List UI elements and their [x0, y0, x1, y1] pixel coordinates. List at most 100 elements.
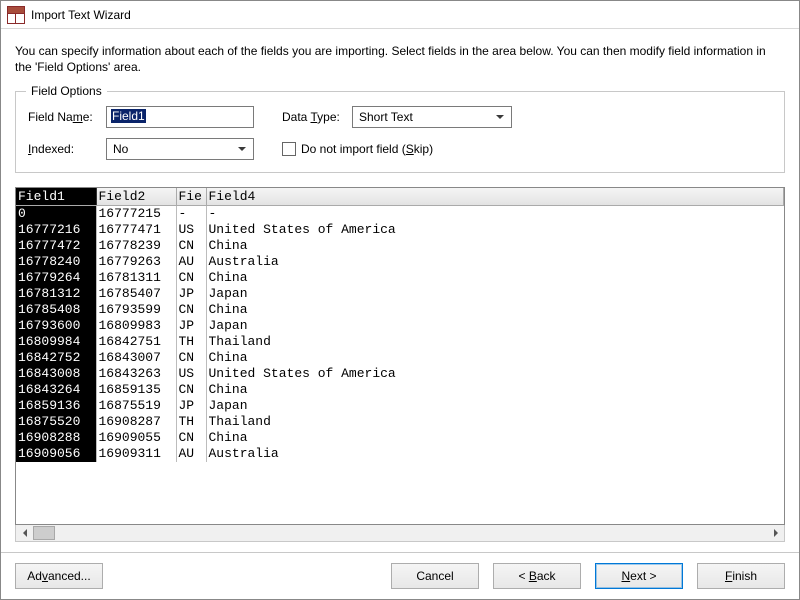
scroll-thumb[interactable] [33, 526, 55, 540]
horizontal-scrollbar[interactable] [15, 525, 785, 542]
cell: 16809984 [16, 334, 96, 350]
cell: 16777215 [96, 205, 176, 222]
cell: 16781312 [16, 286, 96, 302]
cell: 16908287 [96, 414, 176, 430]
cell: Japan [206, 286, 784, 302]
col-header-field4[interactable]: Field4 [206, 188, 784, 205]
scroll-track[interactable] [33, 525, 767, 541]
cell: TH [176, 414, 206, 430]
indexed-row: Indexed: No Do not import field (Skip) [28, 138, 772, 160]
cell: China [206, 302, 784, 318]
table-row[interactable]: 016777215-- [16, 205, 784, 222]
table-row[interactable]: 1684275216843007CNChina [16, 350, 784, 366]
cell: 16908288 [16, 430, 96, 446]
header-row: Field1 Field2 Fie Field4 [16, 188, 784, 205]
table-row[interactable]: 1678540816793599CNChina [16, 302, 784, 318]
cell: 16875520 [16, 414, 96, 430]
cell: United States of America [206, 222, 784, 238]
cell: AU [176, 254, 206, 270]
cell: 16842752 [16, 350, 96, 366]
cell: 16785408 [16, 302, 96, 318]
scroll-left-icon[interactable] [16, 525, 33, 541]
col-header-field1[interactable]: Field1 [16, 188, 96, 205]
cell: AU [176, 446, 206, 462]
field-name-row: Field Name: Field1 Data Type: Short Text [28, 106, 772, 128]
cell: CN [176, 350, 206, 366]
cell: China [206, 350, 784, 366]
table-row[interactable]: 1677747216778239CNChina [16, 238, 784, 254]
col-header-field2[interactable]: Field2 [96, 188, 176, 205]
cell: Australia [206, 254, 784, 270]
cell: US [176, 366, 206, 382]
intro-text: You can specify information about each o… [15, 43, 785, 75]
cell: 16843008 [16, 366, 96, 382]
table-row[interactable]: 1677721616777471USUnited States of Ameri… [16, 222, 784, 238]
table-row[interactable]: 1690905616909311AUAustralia [16, 446, 784, 462]
cell: JP [176, 318, 206, 334]
table-row[interactable]: 1678131216785407JPJapan [16, 286, 784, 302]
back-button[interactable]: < Back [493, 563, 581, 589]
table-row[interactable]: 1690828816909055CNChina [16, 430, 784, 446]
table-row[interactable]: 1677926416781311CNChina [16, 270, 784, 286]
table-row[interactable]: 1684300816843263USUnited States of Ameri… [16, 366, 784, 382]
cell: China [206, 382, 784, 398]
scroll-right-icon[interactable] [767, 525, 784, 541]
cell: 16779264 [16, 270, 96, 286]
cell: US [176, 222, 206, 238]
table-row[interactable]: 1684326416859135CNChina [16, 382, 784, 398]
cell: Japan [206, 318, 784, 334]
window-title: Import Text Wizard [31, 8, 131, 22]
table-row[interactable]: 1687552016908287THThailand [16, 414, 784, 430]
field-options-legend: Field Options [26, 84, 107, 98]
finish-button[interactable]: Finish [697, 563, 785, 589]
cell: 16842751 [96, 334, 176, 350]
cell: 16843263 [96, 366, 176, 382]
cell: - [206, 205, 784, 222]
table-row[interactable]: 1680998416842751THThailand [16, 334, 784, 350]
indexed-label: Indexed: [28, 142, 106, 156]
cancel-button[interactable]: Cancel [391, 563, 479, 589]
cell: 16778239 [96, 238, 176, 254]
cell: Thailand [206, 334, 784, 350]
skip-checkbox[interactable] [282, 142, 296, 156]
cell: 16909311 [96, 446, 176, 462]
cell: 16843007 [96, 350, 176, 366]
field-options-group: Field Options Field Name: Field1 Data Ty… [15, 91, 785, 173]
cell: 16859135 [96, 382, 176, 398]
advanced-button[interactable]: Advanced... [15, 563, 103, 589]
cell: 16785407 [96, 286, 176, 302]
cell: China [206, 270, 784, 286]
titlebar: Import Text Wizard [1, 1, 799, 29]
cell: CN [176, 302, 206, 318]
chevron-down-icon [492, 110, 508, 124]
wizard-content: You can specify information about each o… [1, 29, 799, 552]
data-preview-grid[interactable]: Field1 Field2 Fie Field4 016777215--1677… [15, 187, 785, 525]
field-name-input[interactable] [106, 106, 254, 128]
cell: 16875519 [96, 398, 176, 414]
table-row[interactable]: 1677824016779263AUAustralia [16, 254, 784, 270]
cell: CN [176, 238, 206, 254]
cell: United States of America [206, 366, 784, 382]
cell: - [176, 205, 206, 222]
cell: 16793600 [16, 318, 96, 334]
import-text-wizard-window: Import Text Wizard You can specify infor… [0, 0, 800, 600]
chevron-down-icon [234, 142, 250, 156]
cell: 16793599 [96, 302, 176, 318]
col-header-field3[interactable]: Fie [176, 188, 206, 205]
table-row[interactable]: 1685913616875519JPJapan [16, 398, 784, 414]
cell: Thailand [206, 414, 784, 430]
indexed-combo[interactable]: No [106, 138, 254, 160]
cell: 16777216 [16, 222, 96, 238]
data-type-combo[interactable]: Short Text [352, 106, 512, 128]
cell: 0 [16, 205, 96, 222]
cell: TH [176, 334, 206, 350]
cell: CN [176, 430, 206, 446]
table-row[interactable]: 1679360016809983JPJapan [16, 318, 784, 334]
cell: CN [176, 382, 206, 398]
cell: Australia [206, 446, 784, 462]
data-type-value: Short Text [359, 110, 413, 124]
cell: 16777472 [16, 238, 96, 254]
cell: China [206, 430, 784, 446]
cell: 16843264 [16, 382, 96, 398]
next-button[interactable]: Next > [595, 563, 683, 589]
